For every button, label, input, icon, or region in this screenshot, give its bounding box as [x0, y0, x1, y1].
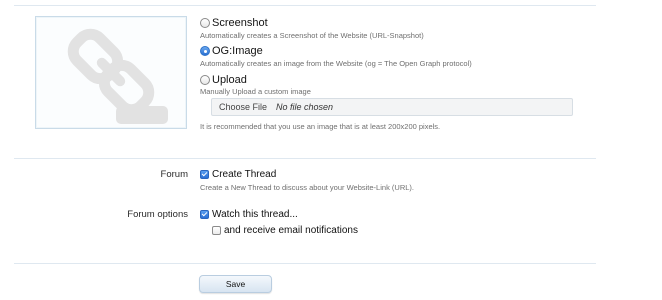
forum-options-label: Forum options [127, 209, 188, 220]
top-divider [14, 5, 596, 6]
upload-hint: Manually Upload a custom image [200, 87, 311, 96]
screenshot-hint: Automatically creates a Screenshot of th… [200, 31, 424, 40]
create-thread-hint: Create a New Thread to discuss about you… [200, 183, 414, 192]
email-notifications-label: and receive email notifications [224, 224, 358, 236]
create-thread-label: Create Thread [212, 168, 277, 180]
watch-thread-checkbox[interactable]: Watch this thread... [200, 208, 298, 220]
link-icon [67, 28, 168, 124]
watch-thread-label: Watch this thread... [212, 208, 298, 220]
radio-upload-circle[interactable] [200, 75, 210, 85]
radio-upload[interactable]: Upload [200, 73, 247, 87]
email-notifications-checkbox[interactable]: and receive email notifications [212, 224, 358, 236]
radio-og-image[interactable]: OG:Image [200, 44, 263, 58]
file-input[interactable]: Choose File No file chosen [211, 98, 573, 116]
watch-thread-check[interactable] [200, 209, 209, 219]
save-button[interactable]: Save [199, 275, 272, 293]
file-status: No file chosen [276, 102, 334, 112]
link-form: Screenshot Automatically creates a Scree… [0, 0, 662, 300]
middle-divider [14, 158, 596, 159]
choose-file-button[interactable]: Choose File [219, 102, 267, 112]
image-preview [35, 16, 187, 129]
radio-screenshot-circle[interactable] [200, 18, 210, 28]
email-notifications-check[interactable] [212, 225, 221, 235]
create-thread-check[interactable] [200, 169, 209, 179]
radio-screenshot-label: Screenshot [212, 17, 268, 29]
radio-og-image-label: OG:Image [212, 45, 263, 57]
forum-label: Forum [160, 169, 188, 180]
create-thread-checkbox[interactable]: Create Thread [200, 168, 276, 180]
radio-screenshot[interactable]: Screenshot [200, 16, 268, 30]
radio-og-image-circle[interactable] [200, 46, 210, 56]
image-size-recommendation: It is recommended that you use an image … [200, 122, 441, 131]
og-image-hint: Automatically creates an image from the … [200, 59, 472, 68]
bottom-divider [14, 263, 596, 264]
radio-upload-label: Upload [212, 74, 247, 86]
